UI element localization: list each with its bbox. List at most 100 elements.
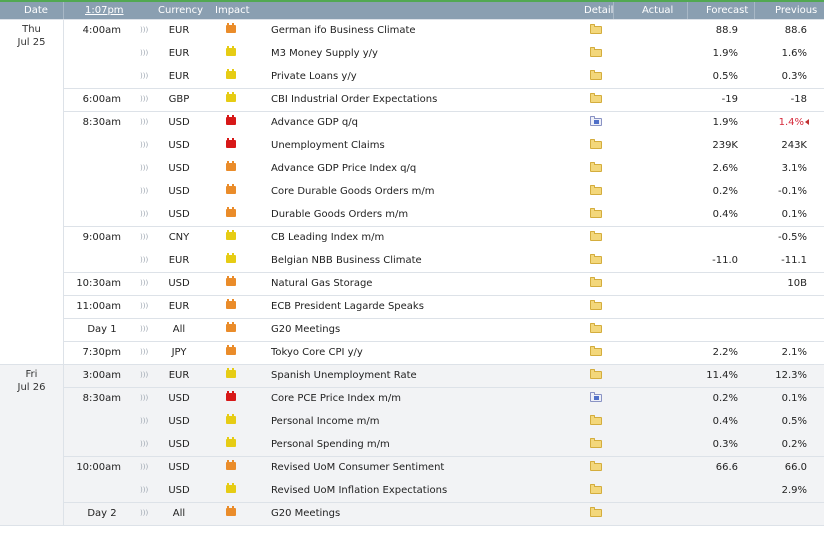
speaker-icon[interactable]: ))): [140, 19, 150, 42]
event-title[interactable]: Core PCE Price Index m/m: [271, 387, 401, 410]
table-row[interactable]: ))) EUR Private Loans y/y 0.5% 0.3%: [0, 65, 824, 88]
impact-low-icon[interactable]: [226, 414, 236, 424]
speaker-icon[interactable]: ))): [140, 42, 150, 65]
folder-icon[interactable]: [590, 300, 602, 310]
folder-icon[interactable]: [590, 438, 602, 448]
header-current-time[interactable]: 1:07pm: [85, 2, 124, 19]
event-title[interactable]: Unemployment Claims: [271, 134, 385, 157]
folder-icon[interactable]: [590, 93, 602, 103]
impact-medium-icon[interactable]: [226, 207, 236, 217]
table-row[interactable]: 10:30am))) USD Natural Gas Storage 10B: [0, 272, 824, 295]
impact-medium-icon[interactable]: [226, 161, 236, 171]
table-row[interactable]: ))) USD Advance GDP Price Index q/q 2.6% 3.1…: [0, 157, 824, 180]
speaker-icon[interactable]: ))): [140, 341, 150, 364]
folder-icon[interactable]: [590, 139, 602, 149]
event-title[interactable]: Tokyo Core CPI y/y: [271, 341, 363, 364]
speaker-icon[interactable]: ))): [140, 249, 150, 272]
revision-arrow-icon[interactable]: [805, 119, 809, 125]
speaker-icon[interactable]: ))): [140, 433, 150, 456]
folder-icon[interactable]: [590, 231, 602, 241]
folder-icon[interactable]: [590, 323, 602, 333]
table-row[interactable]: 10:00am))) USD Revised UoM Consumer Sentim…: [0, 456, 824, 479]
event-title[interactable]: G20 Meetings: [271, 318, 340, 341]
folder-icon[interactable]: [590, 70, 602, 80]
table-row[interactable]: 7:30pm))) JPY Tokyo Core CPI y/y 2.2% 2.1%: [0, 341, 824, 364]
impact-low-icon[interactable]: [226, 46, 236, 56]
folder-icon[interactable]: [590, 369, 602, 379]
event-title[interactable]: Belgian NBB Business Climate: [271, 249, 422, 272]
impact-low-icon[interactable]: [226, 483, 236, 493]
impact-medium-icon[interactable]: [226, 184, 236, 194]
folder-icon[interactable]: [590, 461, 602, 471]
impact-high-icon[interactable]: [226, 391, 236, 401]
impact-medium-icon[interactable]: [226, 345, 236, 355]
speaker-icon[interactable]: ))): [140, 318, 150, 341]
impact-low-icon[interactable]: [226, 368, 236, 378]
table-row[interactable]: Day 2))) All G20 Meetings: [0, 502, 824, 525]
folder-icon[interactable]: [590, 185, 602, 195]
table-row[interactable]: 6:00am))) GBP CBI Industrial Order Expecta…: [0, 88, 824, 111]
impact-medium-icon[interactable]: [226, 506, 236, 516]
impact-medium-icon[interactable]: [226, 460, 236, 470]
speaker-icon[interactable]: ))): [140, 157, 150, 180]
speaker-icon[interactable]: ))): [140, 410, 150, 433]
speaker-icon[interactable]: ))): [140, 226, 150, 249]
table-row[interactable]: 8:30am))) USD Core PCE Price Index m/m 0.2%…: [0, 387, 824, 410]
event-title[interactable]: Personal Income m/m: [271, 410, 380, 433]
event-title[interactable]: CBI Industrial Order Expectations: [271, 88, 437, 111]
table-row[interactable]: ))) USD Revised UoM Inflation Expectations…: [0, 479, 824, 502]
folder-icon[interactable]: [590, 24, 602, 34]
folder-icon[interactable]: [590, 277, 602, 287]
folder-icon[interactable]: [590, 392, 602, 402]
event-title[interactable]: Advance GDP Price Index q/q: [271, 157, 416, 180]
event-title[interactable]: German ifo Business Climate: [271, 19, 416, 42]
folder-icon[interactable]: [590, 415, 602, 425]
event-title[interactable]: Revised UoM Inflation Expectations: [271, 479, 447, 502]
speaker-icon[interactable]: ))): [140, 203, 150, 226]
speaker-icon[interactable]: ))): [140, 364, 150, 387]
speaker-icon[interactable]: ))): [140, 65, 150, 88]
table-row[interactable]: ))) USD Personal Income m/m 0.4% 0.5%: [0, 410, 824, 433]
table-row[interactable]: ))) EUR Belgian NBB Business Climate -11.0 -…: [0, 249, 824, 272]
table-row[interactable]: 11:00am))) EUR ECB President Lagarde Speak…: [0, 295, 824, 318]
folder-icon[interactable]: [590, 484, 602, 494]
event-title[interactable]: ECB President Lagarde Speaks: [271, 295, 424, 318]
folder-icon[interactable]: [590, 116, 602, 126]
table-row[interactable]: 9:00am))) CNY CB Leading Index m/m -0.5%: [0, 226, 824, 249]
event-title[interactable]: G20 Meetings: [271, 502, 340, 525]
folder-icon[interactable]: [590, 254, 602, 264]
impact-low-icon[interactable]: [226, 69, 236, 79]
table-row[interactable]: ))) USD Durable Goods Orders m/m 0.4% 0.1%: [0, 203, 824, 226]
impact-medium-icon[interactable]: [226, 23, 236, 33]
folder-icon[interactable]: [590, 346, 602, 356]
speaker-icon[interactable]: ))): [140, 272, 150, 295]
folder-icon[interactable]: [590, 208, 602, 218]
event-title[interactable]: Spanish Unemployment Rate: [271, 364, 417, 387]
table-row[interactable]: ))) EUR M3 Money Supply y/y 1.9% 1.6%: [0, 42, 824, 65]
impact-high-icon[interactable]: [226, 115, 236, 125]
table-row[interactable]: 4:00am))) EUR German ifo Business Climate 8…: [0, 19, 824, 42]
event-title[interactable]: Natural Gas Storage: [271, 272, 372, 295]
speaker-icon[interactable]: ))): [140, 479, 150, 502]
speaker-icon[interactable]: ))): [140, 134, 150, 157]
impact-high-icon[interactable]: [226, 138, 236, 148]
impact-medium-icon[interactable]: [226, 276, 236, 286]
impact-low-icon[interactable]: [226, 92, 236, 102]
table-row[interactable]: Day 1))) All G20 Meetings: [0, 318, 824, 341]
speaker-icon[interactable]: ))): [140, 88, 150, 111]
event-title[interactable]: Personal Spending m/m: [271, 433, 390, 456]
speaker-icon[interactable]: ))): [140, 295, 150, 318]
speaker-icon[interactable]: ))): [140, 387, 150, 410]
table-row[interactable]: ))) USD Core Durable Goods Orders m/m 0.2% -…: [0, 180, 824, 203]
impact-low-icon[interactable]: [226, 230, 236, 240]
folder-icon[interactable]: [590, 507, 602, 517]
folder-icon[interactable]: [590, 47, 602, 57]
table-row[interactable]: 8:30am))) USD Advance GDP q/q 1.9% 1.4%: [0, 111, 824, 134]
folder-icon[interactable]: [590, 162, 602, 172]
speaker-icon[interactable]: ))): [140, 456, 150, 479]
speaker-icon[interactable]: ))): [140, 180, 150, 203]
table-row[interactable]: ))) USD Personal Spending m/m 0.3% 0.2%: [0, 433, 824, 456]
event-title[interactable]: Core Durable Goods Orders m/m: [271, 180, 434, 203]
event-title[interactable]: Durable Goods Orders m/m: [271, 203, 408, 226]
impact-medium-icon[interactable]: [226, 299, 236, 309]
